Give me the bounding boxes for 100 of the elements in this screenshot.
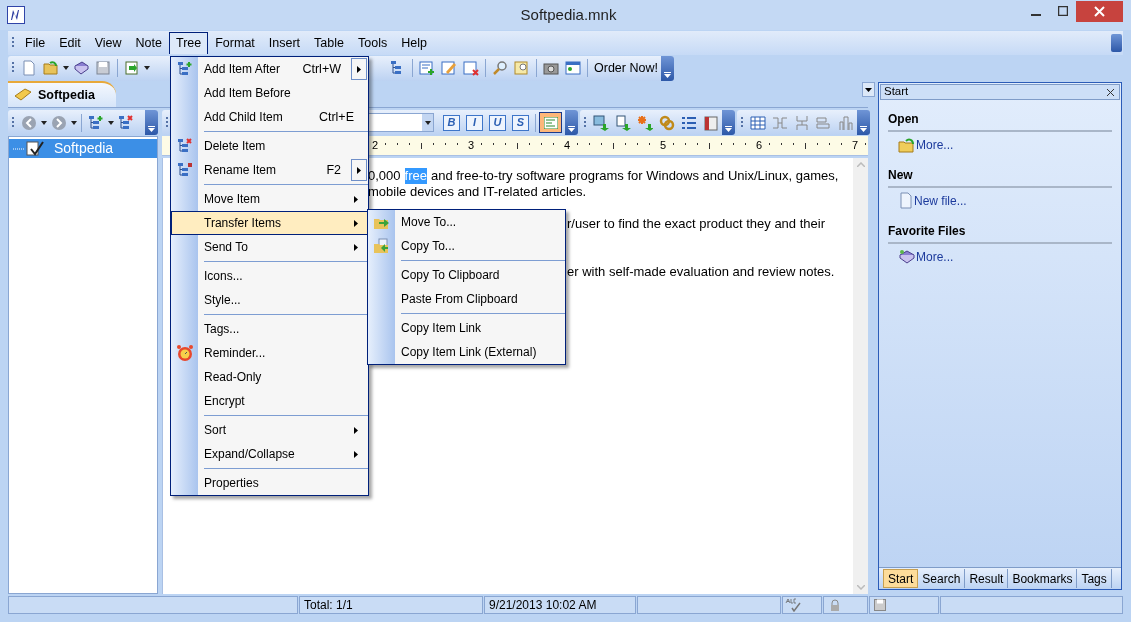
menu-options-button[interactable] bbox=[1111, 34, 1122, 52]
search-note-icon[interactable] bbox=[514, 60, 530, 76]
editor-text: 0,000 bbox=[368, 168, 401, 184]
dropdown-caret-icon[interactable] bbox=[41, 120, 47, 125]
align-cells-icon[interactable] bbox=[816, 114, 832, 131]
toolbar-options-button[interactable] bbox=[565, 110, 578, 135]
delete-note-icon[interactable] bbox=[463, 60, 479, 76]
menu-bar-item[interactable]: Edit bbox=[52, 32, 88, 54]
menu-item[interactable]: Expand/Collapse bbox=[171, 442, 368, 466]
new-file-icon[interactable] bbox=[21, 60, 37, 76]
insert-symbol-icon[interactable] bbox=[637, 114, 653, 131]
submenu-arrow-button[interactable] bbox=[351, 58, 367, 80]
search-icon[interactable] bbox=[492, 60, 508, 76]
menu-item[interactable]: Copy Item Link (External) bbox=[368, 340, 565, 364]
save-icon[interactable] bbox=[95, 60, 111, 76]
menu-item[interactable]: Icons... bbox=[171, 264, 368, 288]
menu-item[interactable]: Paste From Clipboard bbox=[368, 287, 565, 311]
menu-item[interactable]: Copy To Clipboard bbox=[368, 263, 565, 287]
menu-bar-item[interactable]: Tools bbox=[351, 32, 395, 54]
toolbar-grip-icon[interactable] bbox=[165, 115, 169, 130]
menu-item[interactable]: Move To... bbox=[368, 210, 565, 234]
merge-cells-icon[interactable] bbox=[772, 114, 788, 131]
toolbar-options-button[interactable] bbox=[145, 110, 158, 135]
menu-item[interactable]: Style... bbox=[171, 288, 368, 312]
close-icon[interactable] bbox=[1106, 87, 1115, 97]
menu-bar-item[interactable]: Table bbox=[307, 32, 351, 54]
insert-picture-icon[interactable] bbox=[593, 114, 609, 131]
dropdown-caret-icon[interactable] bbox=[108, 120, 114, 125]
edit-note-icon[interactable] bbox=[441, 60, 457, 76]
menu-item[interactable]: Add Child Item Ctrl+E bbox=[171, 105, 368, 129]
menu-item[interactable]: Transfer Items bbox=[171, 211, 368, 235]
menu-item[interactable]: Move Item bbox=[171, 187, 368, 211]
status-total: Total: 1/1 bbox=[299, 596, 483, 614]
save-icon[interactable] bbox=[874, 599, 886, 611]
note-book-icon bbox=[14, 88, 32, 102]
window-icon[interactable] bbox=[565, 60, 581, 76]
toolbar-grip-icon[interactable] bbox=[11, 36, 15, 50]
menu-item[interactable]: Reminder... bbox=[171, 341, 368, 365]
toolbar-grip-icon[interactable] bbox=[740, 115, 744, 130]
add-tree-item-icon[interactable] bbox=[88, 114, 104, 131]
camera-icon[interactable] bbox=[543, 60, 559, 76]
menu-bar-item[interactable]: Help bbox=[394, 32, 434, 54]
menu-item[interactable]: Properties bbox=[171, 471, 368, 495]
link-icon[interactable] bbox=[659, 114, 675, 131]
format-button[interactable]: B bbox=[443, 114, 460, 131]
panel-tab[interactable]: Bookmarks bbox=[1008, 569, 1078, 588]
panel-link[interactable]: New file... bbox=[914, 191, 967, 210]
close-button[interactable] bbox=[1076, 0, 1123, 22]
toolbar-grip-icon[interactable] bbox=[583, 115, 587, 130]
menu-bar-item[interactable]: Format bbox=[208, 32, 262, 54]
dropdown-caret-icon[interactable] bbox=[424, 120, 431, 125]
delete-tree-item-icon[interactable] bbox=[118, 114, 134, 131]
menu-item[interactable]: Add Item Before bbox=[171, 81, 368, 105]
menu-item[interactable]: Delete Item bbox=[171, 134, 368, 158]
panel-tab[interactable]: Result bbox=[965, 569, 1009, 588]
panel-link[interactable]: More... bbox=[916, 135, 954, 154]
list-icon[interactable] bbox=[681, 114, 697, 131]
panel-menu-button[interactable] bbox=[862, 82, 875, 97]
format-button[interactable]: I bbox=[466, 114, 483, 131]
book-icon[interactable] bbox=[73, 60, 89, 76]
dropdown-caret-icon[interactable] bbox=[63, 66, 69, 70]
split-cells-icon[interactable] bbox=[794, 114, 810, 131]
format-button[interactable]: U bbox=[489, 114, 506, 131]
menu-item[interactable]: Read-Only bbox=[171, 365, 368, 389]
add-note-icon[interactable] bbox=[419, 60, 435, 76]
submenu-arrow-button[interactable] bbox=[351, 159, 367, 181]
toolbar-options-button[interactable] bbox=[660, 55, 674, 81]
format-button[interactable]: S bbox=[512, 114, 529, 131]
toolbar-options-button[interactable] bbox=[722, 110, 735, 135]
menu-item[interactable]: Send To bbox=[171, 235, 368, 259]
menu-bar-item[interactable]: Note bbox=[128, 32, 169, 54]
menu-bar-item[interactable]: File bbox=[18, 32, 53, 54]
menu-bar-item[interactable]: Insert bbox=[261, 32, 308, 54]
menu-item[interactable]: Add Item After Ctrl+W bbox=[171, 57, 368, 81]
table-icon[interactable] bbox=[750, 114, 766, 131]
spell-check-icon[interactable] bbox=[785, 598, 801, 612]
panel-tab[interactable]: Search bbox=[918, 569, 966, 588]
menu-bar-item[interactable]: Tree bbox=[169, 32, 209, 54]
menu-bar-item[interactable]: View bbox=[87, 32, 129, 54]
chevron-down-icon bbox=[568, 126, 575, 132]
menu-item[interactable]: Rename Item F2 bbox=[171, 158, 368, 182]
lock-icon[interactable] bbox=[830, 598, 840, 612]
dropdown-caret-icon[interactable] bbox=[144, 66, 150, 70]
menu-item[interactable]: Tags... bbox=[171, 317, 368, 341]
order-now-button[interactable]: Order Now! bbox=[591, 57, 661, 79]
panel-tab[interactable]: Tags bbox=[1077, 569, 1112, 588]
menu-item[interactable]: Copy Item Link bbox=[368, 316, 565, 340]
dropdown-caret-icon[interactable] bbox=[71, 120, 77, 125]
document-tab[interactable]: Softpedia bbox=[8, 81, 116, 107]
panel-link[interactable]: More... bbox=[916, 247, 954, 266]
toolbar-grip-icon[interactable] bbox=[11, 61, 15, 75]
menu-item[interactable]: Sort bbox=[171, 418, 368, 442]
menu-item[interactable]: Encrypt bbox=[171, 389, 368, 413]
panel-tab[interactable]: Start bbox=[883, 569, 919, 588]
menu-item[interactable]: Copy To... bbox=[368, 234, 565, 258]
calendar-icon[interactable] bbox=[703, 114, 719, 131]
insert-file-icon[interactable] bbox=[615, 114, 631, 131]
align-left-button[interactable] bbox=[539, 112, 562, 133]
toolbar-options-button[interactable] bbox=[857, 110, 870, 135]
toolbar-grip-icon[interactable] bbox=[11, 115, 15, 130]
